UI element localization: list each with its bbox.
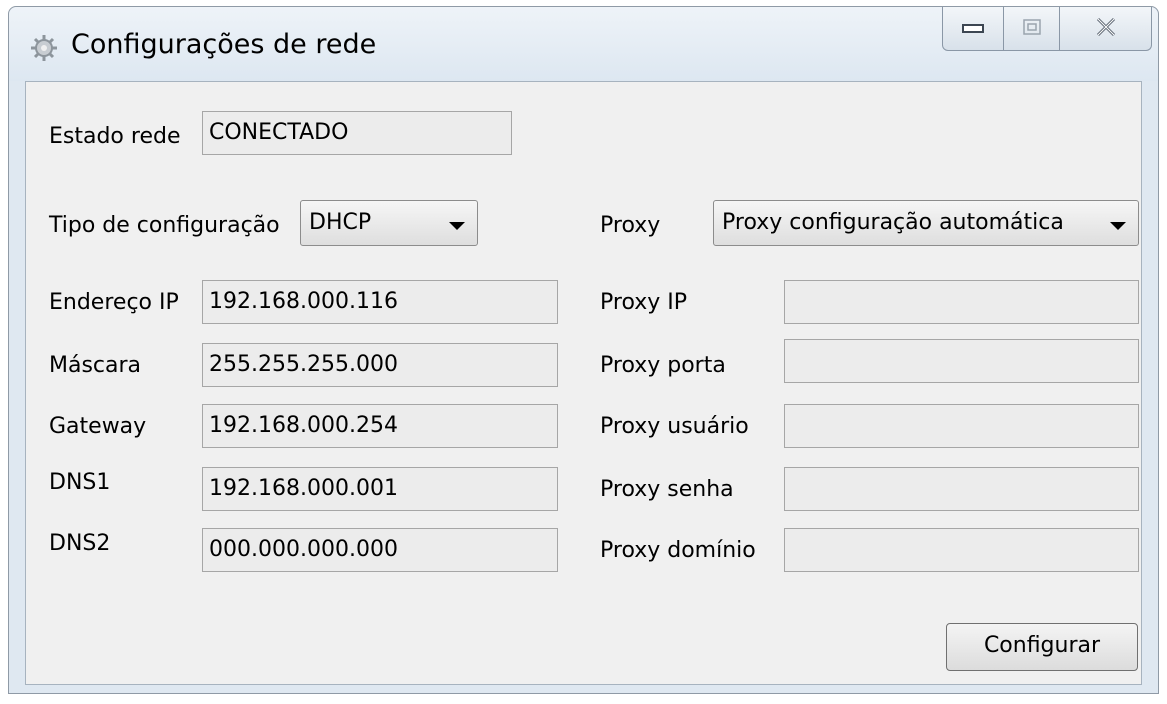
- proxy-ip-field[interactable]: [784, 280, 1139, 324]
- proxy-porta-field[interactable]: [784, 339, 1139, 383]
- tipo-configuracao-dropdown[interactable]: DHCP: [300, 200, 478, 246]
- endereco-ip-label: Endereço IP: [49, 290, 179, 315]
- window-title: Configurações de rede: [71, 29, 377, 60]
- maximize-button[interactable]: [1004, 7, 1060, 51]
- network-settings-icon: [29, 33, 59, 63]
- dns2-field[interactable]: 000.000.000.000: [202, 528, 558, 572]
- gateway-label: Gateway: [49, 414, 147, 439]
- configurar-button[interactable]: Configurar: [946, 623, 1138, 671]
- caption-buttons: [942, 7, 1152, 51]
- chevron-down-icon: [449, 222, 465, 230]
- dns1-field[interactable]: 192.168.000.001: [202, 467, 558, 511]
- minimize-button[interactable]: [942, 7, 1004, 51]
- proxy-ip-label: Proxy IP: [600, 290, 688, 315]
- tipo-configuracao-label: Tipo de configuração: [49, 213, 280, 238]
- proxy-dominio-label: Proxy domínio: [600, 538, 756, 563]
- mascara-field[interactable]: 255.255.255.000: [202, 343, 558, 387]
- proxy-porta-label: Proxy porta: [600, 353, 726, 378]
- gateway-field[interactable]: 192.168.000.254: [202, 404, 558, 448]
- proxy-usuario-field[interactable]: [784, 404, 1139, 448]
- title-bar[interactable]: Configurações de rede: [9, 7, 1158, 81]
- endereco-ip-field[interactable]: 192.168.000.116: [202, 280, 558, 324]
- estado-rede-field[interactable]: CONECTADO: [202, 111, 512, 155]
- proxy-senha-label: Proxy senha: [600, 477, 734, 502]
- dns2-label: DNS2: [49, 531, 111, 556]
- close-button[interactable]: [1060, 7, 1152, 51]
- mascara-label: Máscara: [49, 353, 142, 378]
- settings-window: Configurações de rede Estado rede CONECT…: [8, 6, 1159, 694]
- proxy-dominio-field[interactable]: [784, 528, 1139, 572]
- close-icon: [1095, 17, 1117, 41]
- proxy-dropdown[interactable]: Proxy configuração automática: [713, 200, 1139, 246]
- proxy-value: Proxy configuração automática: [722, 210, 1064, 235]
- tipo-configuracao-value: DHCP: [309, 210, 372, 235]
- minimize-icon: [962, 19, 984, 38]
- proxy-label: Proxy: [600, 213, 661, 238]
- chevron-down-icon: [1110, 222, 1126, 230]
- maximize-icon: [1022, 18, 1041, 39]
- form-panel: Estado rede CONECTADO Tipo de configuraç…: [25, 81, 1142, 685]
- dns1-label: DNS1: [49, 470, 111, 495]
- estado-rede-label: Estado rede: [49, 124, 181, 149]
- proxy-usuario-label: Proxy usuário: [600, 414, 749, 439]
- proxy-senha-field[interactable]: [784, 467, 1139, 511]
